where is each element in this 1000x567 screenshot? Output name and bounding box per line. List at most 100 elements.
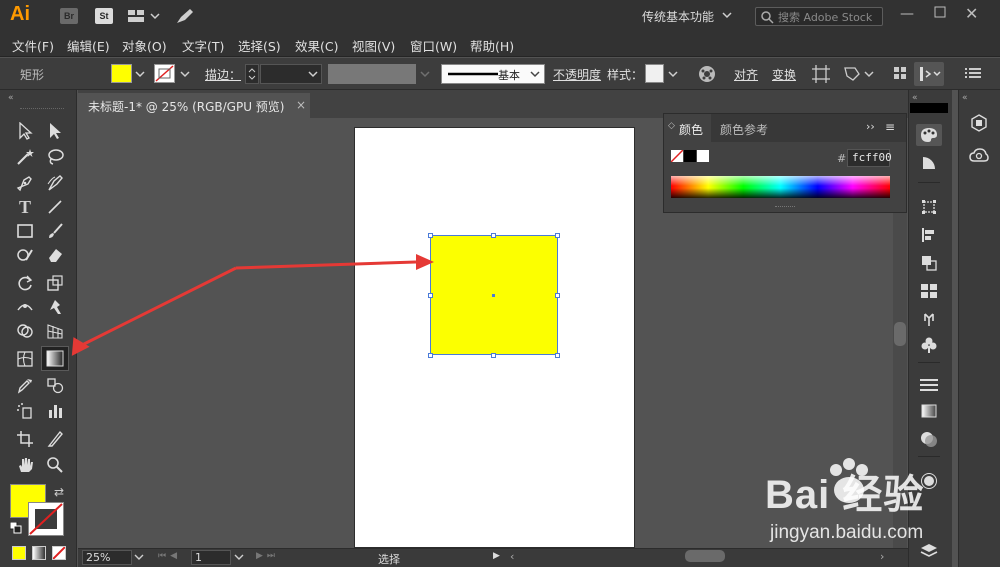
pen-tool-icon[interactable] [14,172,36,194]
zoom-level-field[interactable]: 25% [82,550,132,565]
variable-width-profile[interactable] [328,64,416,84]
column-graph-tool-icon[interactable] [44,400,66,422]
recolor-artwork-icon[interactable] [697,64,717,84]
artboard-number-field[interactable]: 1 [191,550,231,565]
scroll-left-arrow[interactable]: ‹ [510,550,514,563]
workspace-switcher[interactable]: 传统基本功能 [642,8,714,25]
puppet-warp-icon[interactable] [843,64,875,84]
eyedropper-tool-icon[interactable] [14,374,36,396]
artboard-next-icons[interactable]: ▶⏭ [256,551,279,561]
panel-grip[interactable] [20,108,64,112]
shaper-tool-icon[interactable] [14,244,36,266]
transform-link[interactable]: 变换 [772,66,796,83]
panel-grip[interactable] [775,206,795,209]
pathfinder-icon[interactable] [916,252,942,274]
panel-options-button[interactable] [914,62,944,86]
artboard-tool-icon[interactable] [14,428,36,450]
color-mode-button[interactable] [12,546,26,560]
panel-menu-icon[interactable]: ≡ [885,120,895,134]
direct-selection-tool-icon[interactable] [44,120,66,142]
stroke-color-box[interactable] [28,502,64,536]
chevron-down-icon[interactable] [530,70,540,78]
curvature-tool-icon[interactable] [44,172,66,194]
align-icon[interactable] [916,224,942,246]
stroke-none-swatch[interactable] [154,64,175,83]
shape-builder-tool-icon[interactable] [14,320,36,342]
menu-help[interactable]: 帮助(H) [470,36,514,55]
fill-swatch[interactable] [111,64,132,83]
default-colors-icon[interactable] [10,522,22,534]
type-tool-icon[interactable]: T [14,196,36,218]
symbol-sprayer-tool-icon[interactable] [14,400,36,422]
resize-handle[interactable] [555,233,560,238]
chevron-down-icon[interactable] [180,70,190,78]
chevron-down-icon[interactable] [134,554,144,562]
rotate-tool-icon[interactable] [14,272,36,294]
panel-toggle-icon[interactable]: ◇ [668,121,675,131]
collapse-arrows-icon[interactable]: « [8,93,14,103]
menu-file[interactable]: 文件(F) [12,36,54,55]
opacity-label[interactable]: 不透明度 [553,66,601,83]
line-segment-tool-icon[interactable] [44,196,66,218]
gradient-panel-icon[interactable] [916,400,942,422]
stroke-panel-icon[interactable] [916,374,942,396]
gradient-mode-button[interactable] [32,546,46,560]
transform-icon[interactable] [916,196,942,218]
menu-type[interactable]: 文字(T) [182,36,224,55]
restore-icon[interactable] [934,6,946,18]
stock-button[interactable]: St [95,8,113,24]
collapse-arrows-icon[interactable]: « [962,93,968,103]
chevron-down-icon[interactable] [234,554,244,562]
chevron-down-icon[interactable] [308,70,318,78]
bridge-button[interactable]: Br [60,8,78,24]
menu-lines-icon[interactable] [965,66,981,80]
close-tab-icon[interactable]: × [296,98,306,112]
chevron-down-icon[interactable] [668,70,678,78]
close-window-icon[interactable]: ✕ [965,4,978,23]
none-mode-button[interactable] [52,546,66,560]
none-swatch[interactable] [671,150,683,162]
hex-value-field[interactable]: fcff00 [847,149,892,167]
resize-handle[interactable] [555,293,560,298]
black-swatch[interactable] [684,150,696,162]
horizontal-scroll-thumb[interactable] [685,550,725,562]
slice-tool-icon[interactable] [44,428,66,450]
stroke-label[interactable]: 描边： [205,66,241,83]
menu-view[interactable]: 视图(V) [352,36,395,55]
magic-wand-tool-icon[interactable] [14,146,36,168]
swap-arrow-icon[interactable]: ⇄ [54,485,64,499]
chevron-down-icon[interactable] [135,70,145,78]
scroll-right-arrow[interactable]: › [880,550,884,563]
rectangle-tool-icon[interactable] [14,220,36,242]
brushes-icon[interactable] [916,308,942,330]
width-tool-icon[interactable] [14,296,36,318]
chevron-down-icon[interactable] [722,11,732,19]
color-spectrum[interactable] [671,176,890,198]
graphic-style-swatch[interactable] [645,64,664,83]
paintbrush-tool-icon[interactable] [44,220,66,242]
stroke-weight-stepper[interactable] [245,64,259,84]
collapse-arrows-icon[interactable]: « [912,93,918,103]
expand-panel-icon[interactable]: ›› [866,120,875,133]
color-palette-icon[interactable] [916,124,942,146]
creative-cloud-icon[interactable] [966,144,992,166]
color-guide-tab[interactable]: 颜色参考 [720,121,768,138]
resize-handle[interactable] [555,353,560,358]
arrange-docs-icon[interactable] [893,66,907,80]
send-rocket-icon[interactable] [176,8,194,24]
swatches-icon[interactable] [916,280,942,302]
resize-handle[interactable] [428,233,433,238]
layout-grid-icon[interactable] [128,9,160,23]
vertical-scroll-thumb[interactable] [894,322,906,346]
symbols-icon[interactable] [916,334,942,356]
align-link[interactable]: 对齐 [734,66,758,83]
libraries-icon[interactable] [966,112,992,134]
artboard-prev-icons[interactable]: ⏮◀ [158,551,181,561]
hand-tool-icon[interactable] [14,454,36,476]
menu-select[interactable]: 选择(S) [238,36,281,55]
resize-handle[interactable] [491,233,496,238]
transparency-icon[interactable] [916,428,942,450]
selection-tool-icon[interactable] [14,120,36,142]
status-menu-arrow[interactable]: ▶ [493,551,500,561]
mesh-tool-icon[interactable] [14,348,36,370]
